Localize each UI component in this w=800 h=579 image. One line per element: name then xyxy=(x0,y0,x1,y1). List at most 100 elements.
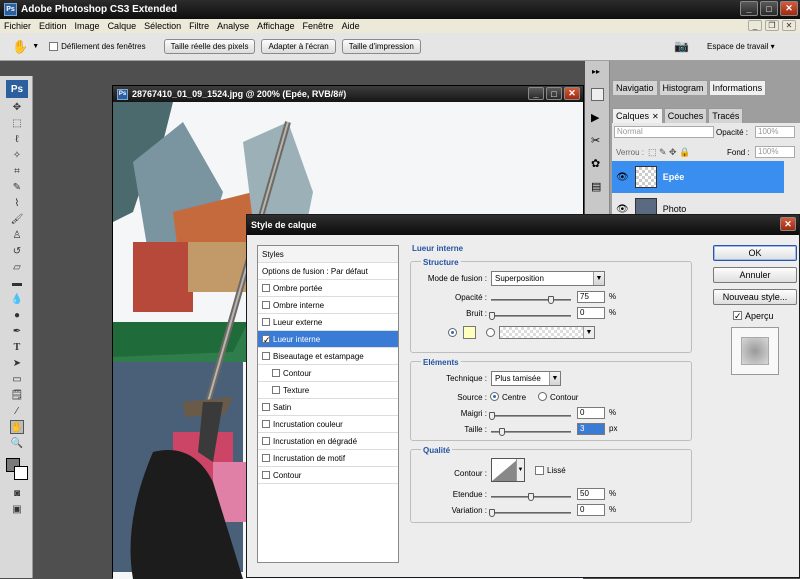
size-input[interactable]: 3 xyxy=(577,423,605,435)
style-checkbox[interactable] xyxy=(272,386,280,394)
doc-close-button[interactable]: ✕ xyxy=(782,20,796,31)
cancel-button[interactable]: Annuler xyxy=(713,267,797,283)
preview-checkbox[interactable] xyxy=(733,311,742,320)
menu-edition[interactable]: Edition xyxy=(35,21,71,31)
quick-mask-icon[interactable]: ◙ xyxy=(10,486,24,500)
noise-input[interactable]: 0 xyxy=(577,307,605,319)
marquee-tool-icon[interactable]: ⬚ xyxy=(10,116,24,130)
close-tab-icon[interactable]: ✕ xyxy=(652,112,659,121)
history-panel-icon[interactable] xyxy=(591,88,604,101)
tool-preset-dropdown-icon[interactable]: ▼ xyxy=(32,43,39,50)
actual-pixels-button[interactable]: Taille réelle des pixels xyxy=(163,39,256,54)
pen-tool-icon[interactable]: ✒ xyxy=(10,324,24,338)
noise-slider[interactable] xyxy=(489,312,571,320)
layer-opacity-input[interactable]: 100% xyxy=(755,126,795,138)
doc-restore-button[interactable]: ❐ xyxy=(765,20,779,31)
blur-tool-icon[interactable]: 💧 xyxy=(10,292,24,306)
magic-wand-tool-icon[interactable]: ✧ xyxy=(10,148,24,162)
style-checkbox[interactable] xyxy=(262,335,270,343)
technique-dropdown[interactable]: Plus tamisée ▼ xyxy=(491,371,561,386)
style-checkbox[interactable] xyxy=(262,284,270,292)
ok-button[interactable]: OK xyxy=(713,245,797,261)
workspace-menu[interactable]: Espace de travail ▾ xyxy=(707,42,775,51)
styles-header[interactable]: Styles xyxy=(258,246,398,263)
source-edge-radio[interactable] xyxy=(538,392,547,401)
lock-icons[interactable]: ⬚ ✎ ✥ 🔒 xyxy=(648,147,690,158)
menu-fichier[interactable]: Fichier xyxy=(0,21,35,31)
brushes-panel-icon[interactable]: ✿ xyxy=(591,157,609,170)
clone-stamp-tool-icon[interactable]: ♙ xyxy=(10,228,24,242)
choke-slider[interactable] xyxy=(489,412,571,420)
layer-name[interactable]: Photo xyxy=(663,204,687,214)
style-list-item[interactable]: Contour xyxy=(258,365,398,382)
screen-mode-icon[interactable]: ▣ xyxy=(10,502,24,516)
zoom-tool-icon[interactable]: 🔍 xyxy=(10,436,24,450)
eye-icon[interactable]: 👁 xyxy=(616,204,629,215)
style-checkbox[interactable] xyxy=(262,403,270,411)
color-swatches[interactable] xyxy=(6,454,32,480)
style-list-item[interactable]: Incrustation couleur xyxy=(258,416,398,433)
style-checkbox[interactable] xyxy=(262,352,270,360)
tab-layers[interactable]: Calques ✕ xyxy=(612,108,663,123)
blend-mode-dropdown[interactable]: Superposition ▼ xyxy=(491,271,605,286)
hand-tool-selected-icon[interactable]: ✋ xyxy=(10,420,24,434)
range-slider[interactable] xyxy=(491,493,571,501)
tools-preset-panel-icon[interactable]: ✂ xyxy=(591,134,609,147)
opacity-slider-knob[interactable] xyxy=(548,296,554,304)
dialog-close-button[interactable]: ✕ xyxy=(780,217,796,231)
crop-tool-icon[interactable]: ⌗ xyxy=(10,164,24,178)
tab-info[interactable]: Informations xyxy=(708,80,767,95)
smooth-checkbox[interactable] xyxy=(535,466,544,475)
type-tool-icon[interactable]: T xyxy=(10,340,24,354)
dodge-tool-icon[interactable]: ● xyxy=(10,308,24,322)
doc-win-close-button[interactable]: ✕ xyxy=(564,87,580,100)
style-checkbox[interactable] xyxy=(262,437,270,445)
menu-analyse[interactable]: Analyse xyxy=(213,21,253,31)
menu-affichage[interactable]: Affichage xyxy=(253,21,298,31)
style-list-item[interactable]: Texture xyxy=(258,382,398,399)
menu-filtre[interactable]: Filtre xyxy=(185,21,213,31)
maximize-button[interactable]: □ xyxy=(760,1,778,16)
style-list-item[interactable]: Lueur interne xyxy=(258,331,398,348)
eraser-tool-icon[interactable]: ▱ xyxy=(10,260,24,274)
style-list-item[interactable]: Incrustation en dégradé xyxy=(258,433,398,450)
jitter-slider[interactable] xyxy=(489,509,571,517)
history-brush-tool-icon[interactable]: ↺ xyxy=(10,244,24,258)
style-list-item[interactable]: Satin xyxy=(258,399,398,416)
bridge-icon[interactable]: 📷 xyxy=(674,39,689,53)
size-slider-knob[interactable] xyxy=(499,428,505,436)
lasso-tool-icon[interactable]: ℓ xyxy=(10,132,24,146)
style-list-item[interactable]: Options de fusion : Par défaut xyxy=(258,263,398,280)
menu-fenetre[interactable]: Fenêtre xyxy=(299,21,338,31)
source-center-radio[interactable] xyxy=(490,392,499,401)
eye-icon[interactable]: 👁 xyxy=(616,172,629,183)
blend-mode-select[interactable]: Normal xyxy=(614,126,714,138)
tab-paths[interactable]: Tracés xyxy=(708,108,744,123)
menu-calque[interactable]: Calque xyxy=(104,21,141,31)
healing-brush-tool-icon[interactable]: ⌇ xyxy=(10,196,24,210)
style-list-item[interactable]: Incrustation de motif xyxy=(258,450,398,467)
style-list-item[interactable]: Ombre interne xyxy=(258,297,398,314)
style-list-item[interactable]: Ombre portée xyxy=(258,280,398,297)
gradient-picker[interactable]: ▼ xyxy=(499,326,595,339)
style-checkbox[interactable] xyxy=(272,369,280,377)
brush-tool-icon[interactable]: 🖌 xyxy=(10,212,24,226)
jitter-slider-knob[interactable] xyxy=(489,509,495,517)
glow-color-swatch[interactable] xyxy=(463,326,476,339)
opacity-input[interactable]: 75 xyxy=(577,291,605,303)
range-slider-knob[interactable] xyxy=(528,493,534,501)
range-input[interactable]: 50 xyxy=(577,488,605,500)
actions-panel-icon[interactable]: ▶ xyxy=(591,111,609,124)
panel-collapse-icon[interactable]: ▸▸ xyxy=(592,67,609,76)
menu-selection[interactable]: Sélection xyxy=(140,21,185,31)
tab-navigator[interactable]: Navigatio xyxy=(612,80,658,95)
tab-histogram[interactable]: Histogram xyxy=(658,80,708,95)
fill-input[interactable]: 100% xyxy=(755,146,795,158)
menu-aide[interactable]: Aide xyxy=(338,21,364,31)
style-checkbox[interactable] xyxy=(262,420,270,428)
doc-minimize-button[interactable]: _ xyxy=(748,20,762,31)
hand-tool-icon[interactable]: ✋ xyxy=(12,39,28,55)
close-button[interactable]: ✕ xyxy=(780,1,798,16)
path-selection-tool-icon[interactable]: ➤ xyxy=(10,356,24,370)
choke-slider-knob[interactable] xyxy=(489,412,495,420)
